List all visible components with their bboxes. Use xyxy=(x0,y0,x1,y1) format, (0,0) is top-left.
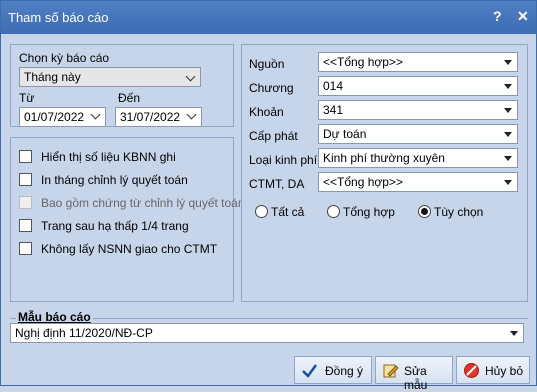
khoan-label: Khoản xyxy=(249,105,284,119)
cap-phat-label: Cấp phát xyxy=(249,129,298,143)
dropdown-arrow-icon xyxy=(510,331,518,336)
option-checkbox-0[interactable] xyxy=(19,150,32,163)
radio-tuy-chon-label: Tùy chọn xyxy=(434,205,484,219)
template-label: Mẫu báo cáo xyxy=(16,310,93,324)
option-checkbox-2 xyxy=(19,196,32,209)
radio-tat-ca[interactable] xyxy=(255,205,268,218)
chuong-select[interactable]: 014 xyxy=(318,76,518,96)
chevron-down-icon xyxy=(185,71,196,82)
option-label-1: In tháng chỉnh lý quyết toán xyxy=(41,173,188,187)
cancel-button[interactable]: Hủy bỏ xyxy=(456,356,530,384)
option-checkbox-3[interactable] xyxy=(19,219,32,232)
period-label: Chọn kỳ báo cáo xyxy=(19,51,110,65)
chevron-down-icon xyxy=(186,109,197,120)
loai-kinh-phi-label: Loại kinh phí xyxy=(249,153,318,167)
title-bar: Tham số báo cáo ? ✕ xyxy=(1,1,536,34)
to-date-value: 31/07/2022 xyxy=(120,110,181,124)
chuong-label: Chương xyxy=(249,81,294,95)
option-label-0: Hiển thị số liệu KBNN ghi xyxy=(41,150,176,164)
nguon-label: Nguồn xyxy=(249,57,285,71)
khoan-value: 341 xyxy=(323,103,344,117)
close-icon[interactable]: ✕ xyxy=(517,8,529,25)
window-title: Tham số báo cáo xyxy=(8,10,109,25)
dropdown-arrow-icon xyxy=(504,60,512,65)
report-params-dialog: Tham số báo cáo ? ✕ Chọn kỳ báo cáo Thán… xyxy=(0,0,537,392)
template-value: Nghị định 11/2020/NĐ-CP xyxy=(15,326,153,340)
chuong-value: 014 xyxy=(323,79,344,93)
radio-tong-hop-label: Tổng hợp xyxy=(343,205,395,219)
template-select[interactable]: Nghị định 11/2020/NĐ-CP xyxy=(10,323,524,343)
option-checkbox-1[interactable] xyxy=(19,173,32,186)
help-icon[interactable]: ? xyxy=(493,8,502,24)
edit-template-button-label: Sửa mẫu xyxy=(404,364,428,392)
edit-template-button[interactable]: Sửa mẫu xyxy=(375,356,453,392)
loai-kinh-phi-value: Kinh phí thường xuyên xyxy=(323,151,445,165)
from-label: Từ xyxy=(19,91,35,105)
cap-phat-value: Dự toán xyxy=(323,127,367,141)
dropdown-arrow-icon xyxy=(504,108,512,113)
khoan-select[interactable]: 341 xyxy=(318,100,518,120)
dialog-body: Chọn kỳ báo cáo Tháng này Từ Đến 01/07/2… xyxy=(1,34,536,392)
nguon-value: <<Tổng hợp>> xyxy=(323,55,403,69)
ctmt-label: CTMT, DA xyxy=(249,177,305,191)
options-panel: Hiển thị số liệu KBNN ghi In tháng chỉnh… xyxy=(10,137,245,302)
option-label-4: Không lấy NSNN giao cho CTMT xyxy=(41,242,218,256)
ctmt-select[interactable]: <<Tổng hợp>> xyxy=(318,172,518,192)
dropdown-arrow-icon xyxy=(504,180,512,185)
ok-button-label: Đồng ý xyxy=(325,364,364,378)
loai-kinh-phi-select[interactable]: Kinh phí thường xuyên xyxy=(318,148,518,168)
option-label-3: Trang sau hạ thấp 1/4 trang xyxy=(41,219,189,233)
nguon-select[interactable]: <<Tổng hợp>> xyxy=(318,52,518,72)
template-group: Mẫu báo cáo Nghị định 11/2020/NĐ-CP xyxy=(10,310,528,350)
ctmt-value: <<Tổng hợp>> xyxy=(323,175,403,189)
cancel-button-label: Hủy bỏ xyxy=(485,364,524,378)
checkmark-icon xyxy=(302,364,318,378)
dropdown-arrow-icon xyxy=(504,156,512,161)
ok-button[interactable]: Đồng ý xyxy=(294,356,372,384)
cap-phat-select[interactable]: Dự toán xyxy=(318,124,518,144)
edit-icon xyxy=(383,364,399,378)
period-panel: Chọn kỳ báo cáo Tháng này Từ Đến 01/07/2… xyxy=(10,44,234,127)
option-checkbox-4[interactable] xyxy=(19,242,32,255)
radio-tat-ca-label: Tất cả xyxy=(271,205,305,219)
to-date-picker[interactable]: 31/07/2022 xyxy=(115,107,202,127)
dropdown-arrow-icon xyxy=(504,132,512,137)
option-label-2: Bao gồm chứng từ chỉnh lý quyết toán xyxy=(41,196,245,210)
filters-panel: Nguồn <<Tổng hợp>> Chương 014 Khoản 341 … xyxy=(241,44,528,302)
period-value: Tháng này xyxy=(24,70,81,84)
from-date-value: 01/07/2022 xyxy=(24,110,85,124)
cancel-icon xyxy=(464,363,479,378)
radio-tong-hop[interactable] xyxy=(327,205,340,218)
from-date-picker[interactable]: 01/07/2022 xyxy=(19,107,106,127)
dropdown-arrow-icon xyxy=(504,84,512,89)
chevron-down-icon xyxy=(90,109,101,120)
period-select[interactable]: Tháng này xyxy=(19,67,201,87)
to-label: Đến xyxy=(118,91,141,105)
radio-tuy-chon[interactable] xyxy=(418,205,431,218)
